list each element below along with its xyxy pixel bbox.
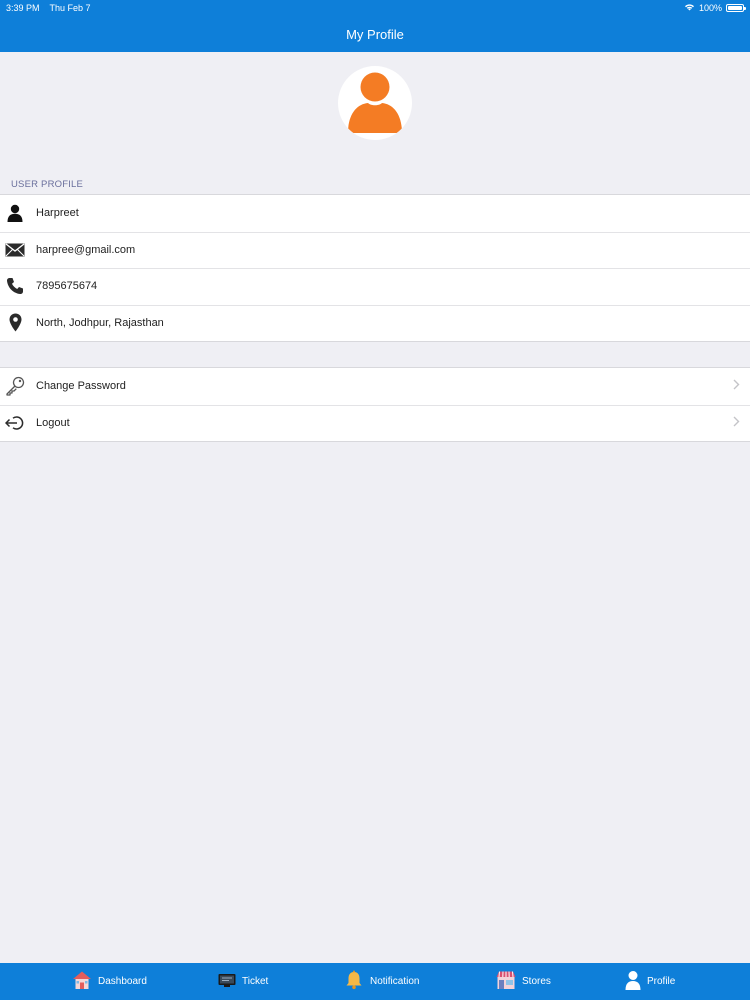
page-title: My Profile — [346, 26, 404, 42]
profile-email-row: harpree@gmail.com — [0, 231, 750, 269]
logout-row[interactable]: Logout — [0, 404, 750, 442]
profile-email: harpree@gmail.com — [36, 243, 136, 256]
tab-bar: Dashboard Ticket Notification Stores Pro… — [0, 963, 750, 1000]
person-icon — [0, 204, 30, 223]
status-date: Thu Feb 7 — [49, 3, 91, 13]
chevron-right-icon — [733, 416, 740, 430]
tab-ticket-label: Ticket — [242, 976, 269, 987]
phone-icon — [0, 277, 30, 295]
account-actions-group: Change Password Logout — [0, 367, 750, 442]
user-icon — [625, 970, 641, 993]
section-header-user-profile: USER PROFILE — [11, 179, 84, 190]
chevron-right-icon — [733, 379, 740, 393]
tab-dashboard[interactable]: Dashboard — [72, 963, 147, 1000]
battery-percent: 100% — [698, 3, 722, 13]
profile-phone-row: 7895675674 — [0, 268, 750, 305]
tab-stores-label: Stores — [522, 976, 551, 987]
profile-address-row: North, Jodhpur, Rajasthan — [0, 304, 750, 342]
house-icon — [72, 970, 92, 993]
key-icon — [0, 376, 30, 396]
profile-address: North, Jodhpur, Rajasthan — [36, 316, 164, 329]
logout-label: Logout — [36, 416, 70, 429]
tab-notification[interactable]: Notification — [344, 963, 419, 1000]
store-icon — [496, 970, 516, 993]
battery-icon — [726, 4, 746, 12]
ticket-icon — [218, 972, 236, 991]
tab-notification-label: Notification — [370, 976, 420, 987]
change-password-row[interactable]: Change Password — [0, 368, 750, 405]
location-pin-icon — [0, 313, 30, 332]
tab-profile[interactable]: Profile — [625, 963, 675, 1000]
tab-profile-label: Profile — [647, 976, 676, 987]
profile-name: Harpreet — [36, 207, 79, 220]
wifi-icon — [684, 3, 695, 13]
envelope-icon — [0, 243, 30, 257]
tab-stores[interactable]: Stores — [496, 963, 551, 1000]
status-bar: 3:39 PM Thu Feb 7 100% — [0, 0, 750, 16]
navigation-bar: My Profile — [0, 16, 750, 52]
profile-info-group: Harpreet harpree@gmail.com 7895675674 No… — [0, 194, 750, 342]
status-time: 3:39 PM — [6, 3, 40, 13]
profile-phone: 7895675674 — [36, 280, 98, 293]
avatar[interactable] — [338, 66, 412, 140]
bell-icon — [344, 970, 364, 993]
logout-icon — [0, 415, 30, 431]
change-password-label: Change Password — [36, 380, 126, 393]
tab-ticket[interactable]: Ticket — [218, 963, 268, 1000]
user-avatar-icon — [348, 72, 402, 133]
tab-dashboard-label: Dashboard — [98, 976, 147, 987]
status-right: 100% — [684, 3, 746, 13]
profile-name-row: Harpreet — [0, 195, 750, 232]
